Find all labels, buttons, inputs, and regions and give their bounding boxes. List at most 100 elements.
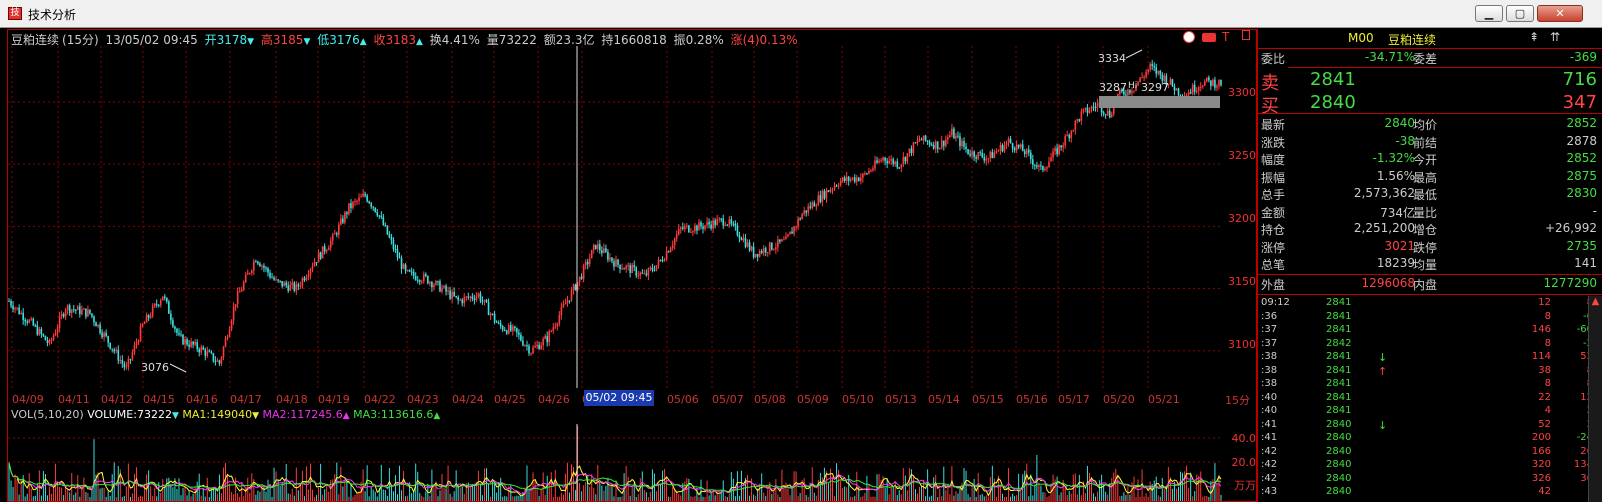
date-label: 05/15	[972, 393, 1004, 406]
candle-body	[447, 290, 449, 292]
draw-icon[interactable]: T	[1222, 30, 1229, 44]
candle-body	[906, 153, 909, 162]
quote-header: M00 豆粕连续 ⇞ ⇈	[1258, 29, 1602, 48]
candle-body	[123, 363, 126, 368]
candle-body	[163, 296, 166, 298]
candle-body	[781, 239, 783, 242]
candle-body	[368, 201, 370, 204]
tick-row: :37 2841 146 -60	[1261, 324, 1593, 335]
candle-body	[257, 261, 259, 264]
candle-body	[149, 316, 152, 318]
title-bar: 技 技术分析 ▁ ▢ ✕	[0, 0, 1602, 28]
price-tick: 3250	[1228, 149, 1256, 162]
date-label: 04/17	[230, 393, 262, 406]
candle-body	[540, 345, 542, 350]
tool-icon[interactable]	[1202, 33, 1216, 42]
candle-body	[803, 210, 805, 215]
candle-body	[487, 302, 490, 316]
candle-body	[342, 218, 344, 223]
ann-hi: Hi	[1128, 81, 1138, 91]
candle-body	[633, 265, 636, 268]
candle-body	[210, 351, 213, 354]
chart-period: (15分)	[62, 33, 99, 47]
candle-body	[754, 253, 757, 258]
candle-body	[888, 160, 890, 164]
candle-body	[497, 322, 500, 324]
candle-body	[1011, 143, 1014, 149]
candle-body	[819, 195, 822, 202]
candle-body	[145, 315, 148, 323]
candle-body	[346, 212, 348, 215]
scroll-up-icon[interactable]: ▲	[1589, 296, 1602, 307]
stat-label: 涨停	[1261, 240, 1286, 255]
minimize-button[interactable]: ▁	[1475, 5, 1503, 22]
candle-body	[831, 188, 834, 190]
candle-body	[42, 334, 45, 336]
candle-body	[876, 160, 878, 163]
clock-icon[interactable]	[1183, 31, 1195, 43]
candle-body	[936, 141, 939, 150]
stat-label: 最新	[1261, 118, 1286, 132]
volume-chart[interactable]	[8, 424, 1222, 501]
candle-body	[495, 321, 498, 323]
candle-body	[473, 298, 476, 300]
candle-body	[1084, 107, 1087, 110]
candle-body	[198, 349, 201, 353]
candle-body	[886, 160, 888, 164]
candle-body	[32, 318, 35, 326]
candle-body	[157, 304, 160, 306]
candle-body	[301, 278, 304, 286]
date-label: 04/18	[276, 393, 308, 406]
candle-body	[516, 327, 518, 333]
buy-row[interactable]: 买 2840 347	[1258, 92, 1602, 117]
candle-body	[455, 296, 457, 298]
candle-body	[969, 154, 971, 156]
stat-value: 2852	[1566, 151, 1597, 165]
stat-row: 涨跌 -38 前结 2878	[1258, 134, 1602, 152]
candle-body	[528, 345, 530, 354]
candle-body	[139, 326, 142, 342]
candle-body	[1062, 145, 1064, 148]
settings-icon[interactable]: ⇈	[1550, 30, 1560, 44]
stat-row: 总笔 18239 均量 141	[1258, 256, 1602, 274]
candle-body	[623, 268, 625, 270]
candlestick-chart[interactable]	[8, 46, 1222, 388]
candle-body	[872, 168, 874, 171]
candle-body	[920, 139, 923, 141]
candle-body	[281, 280, 283, 287]
expand-icon[interactable]	[1242, 30, 1250, 40]
candle-body	[1206, 77, 1208, 82]
candle-body	[898, 167, 901, 169]
candle-body	[849, 179, 852, 181]
scrollbar[interactable]: ▲	[1588, 296, 1602, 502]
candle-body	[805, 210, 808, 213]
candle-body	[686, 225, 688, 227]
candle-body	[465, 296, 468, 298]
candle-body	[918, 139, 921, 141]
vol-ma3: MA3:113616.6	[353, 408, 434, 421]
candle-body	[99, 324, 101, 333]
candle-body	[263, 265, 265, 268]
candle-body	[72, 309, 75, 311]
candle-body	[471, 296, 474, 299]
candle-body	[236, 291, 239, 305]
date-label: 05/21	[1148, 393, 1180, 406]
candle-body	[360, 196, 362, 198]
candle-body	[1064, 135, 1067, 146]
candle-body	[354, 200, 356, 202]
candle-body	[558, 315, 561, 324]
candle-body	[619, 264, 621, 270]
candle-body	[983, 157, 986, 161]
mode-icon[interactable]: ⇞	[1529, 30, 1539, 44]
date-label: 04/15	[143, 393, 175, 406]
candle-body	[101, 332, 103, 337]
candle-body	[536, 344, 538, 347]
candle-body	[265, 267, 267, 269]
candle-body	[285, 282, 288, 286]
sell-row[interactable]: 卖 2841 716	[1258, 69, 1602, 94]
date-label: 04/16	[186, 393, 218, 406]
candle-body	[412, 271, 415, 276]
candle-body	[724, 224, 727, 226]
maximize-button[interactable]: ▢	[1506, 5, 1534, 22]
close-button[interactable]: ✕	[1537, 5, 1583, 22]
